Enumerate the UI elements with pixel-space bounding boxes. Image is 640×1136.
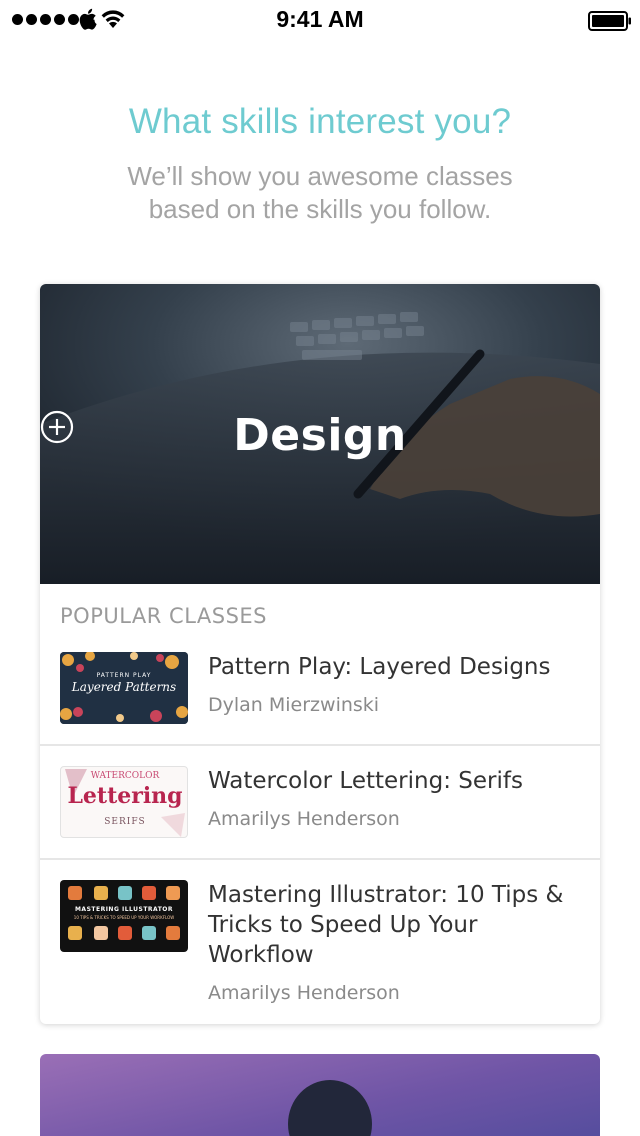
divider [40,744,600,746]
hero-title: Design [40,410,600,461]
page-title: What skills interest you? [128,102,512,141]
page-subtitle: We’ll show you awesome classes based on … [127,161,513,224]
class-thumbnail: WATERCOLOR Lettering SERIFS [60,766,188,838]
thumbnail-subtitle: 10 TIPS & TRICKS TO SPEED UP YOUR WORKFL… [73,915,175,920]
skill-label: Design [233,410,407,461]
thumbnail-caption: WATERCOLOR [90,771,160,781]
skill-hero-design[interactable]: Design [40,284,600,584]
class-title[interactable]: Watercolor Lettering: Serifs [208,766,578,796]
next-card-background-image [40,1054,600,1136]
popular-classes-heading: POPULAR CLASSES [60,604,268,628]
class-item[interactable]: WATERCOLOR Lettering SERIFS Watercolor L… [40,766,600,858]
class-item[interactable]: PATTERN PLAY Layered Patterns Pattern Pl… [40,652,600,744]
thumbnail-title: Lettering [67,783,183,809]
thumbnail-caption: PATTERN PLAY [96,672,152,679]
skill-card-design: Design POPULAR CLASSES PATTERN PLAY Laye… [40,284,600,1024]
thumbnail-title: MASTERING ILLUSTRATOR [74,906,174,913]
class-author: Amarilys Henderson [208,808,400,830]
add-circle-icon[interactable] [40,410,74,444]
class-thumbnail: PATTERN PLAY Layered Patterns [60,652,188,724]
class-thumbnail: MASTERING ILLUSTRATOR 10 TIPS & TRICKS T… [60,880,188,952]
class-title[interactable]: Mastering Illustrator: 10 Tips & Tricks … [208,880,578,970]
class-item[interactable]: MASTERING ILLUSTRATOR 10 TIPS & TRICKS T… [40,880,600,1010]
thumbnail-subtitle: SERIFS [104,817,146,827]
thumbnail-title: Layered Patterns [71,680,177,694]
battery-icon [588,11,631,31]
status-bar: 9:41 AM [0,0,640,40]
status-time: 9:41 AM [276,6,364,32]
class-title[interactable]: Pattern Play: Layered Designs [208,652,578,682]
class-author: Amarilys Henderson [208,982,400,1004]
class-author: Dylan Mierzwinski [208,694,380,716]
divider [40,858,600,860]
skill-card-next[interactable] [40,1054,600,1136]
